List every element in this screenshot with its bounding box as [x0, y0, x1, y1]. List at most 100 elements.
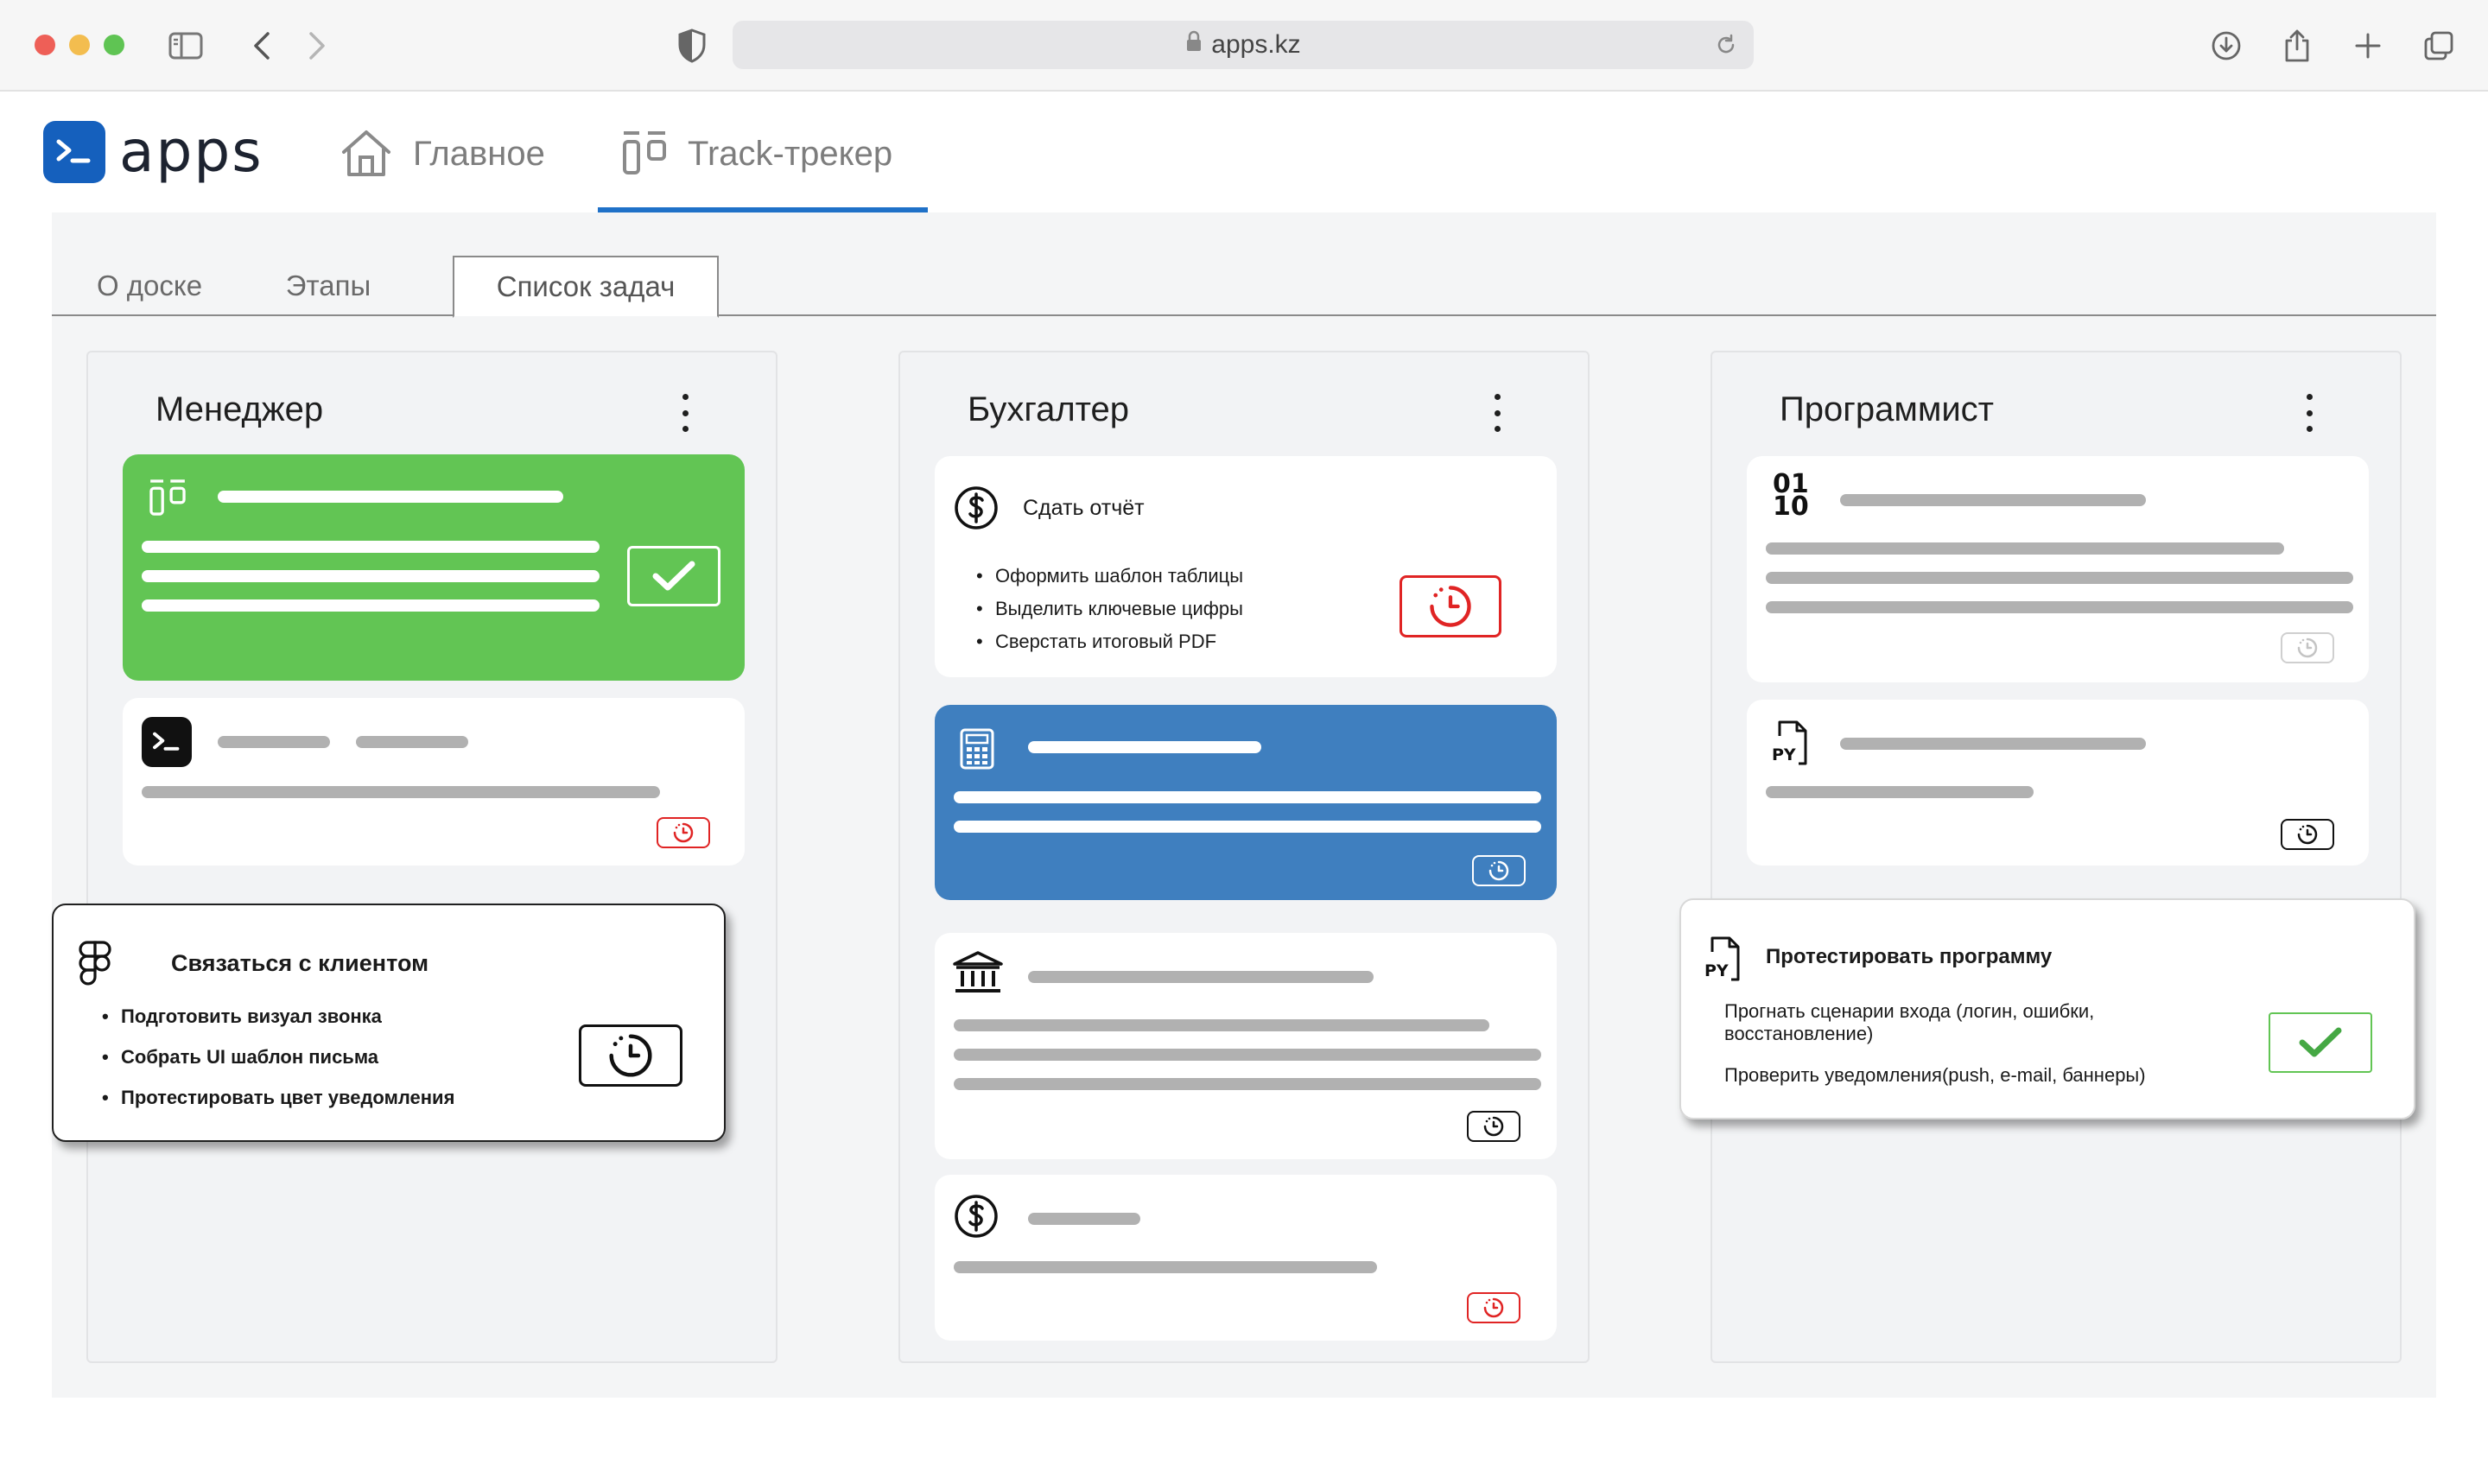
home-icon: [339, 128, 394, 187]
python-file-icon: PY: [1769, 719, 1811, 771]
task-card-report[interactable]: Сдать отчёт Оформить шаблон таблицы Выде…: [935, 456, 1557, 677]
address-bar[interactable]: apps.kz: [733, 21, 1754, 69]
placeholder-line: [142, 786, 660, 798]
popup-step: Проверить уведомления(push, e-mail, банн…: [1724, 1064, 2146, 1086]
placeholder-line: [1840, 494, 2146, 506]
nav-track-tracker-label: Track-трекер: [688, 135, 893, 173]
checklist-item: Сверстать итоговый PDF: [976, 631, 1243, 653]
placeholder-line: [954, 1019, 1489, 1031]
timer-icon[interactable]: [2281, 632, 2334, 663]
nav-home[interactable]: Главное: [339, 123, 545, 212]
timer-icon[interactable]: [1400, 575, 1501, 637]
placeholder-line: [142, 541, 600, 553]
check-icon[interactable]: [2269, 1012, 2372, 1073]
placeholder-line: [954, 1049, 1541, 1061]
app-header: apps Главное Track-трекер: [0, 92, 2488, 212]
column-title: Менеджер: [156, 390, 324, 428]
forward-icon[interactable]: [299, 28, 335, 64]
share-icon[interactable]: [2279, 28, 2315, 64]
task-card-pending[interactable]: [935, 933, 1557, 1159]
task-popup-contact-client[interactable]: Связаться с клиентом Подготовить визуал …: [52, 904, 726, 1142]
task-card-inactive[interactable]: 01 10: [1747, 456, 2369, 682]
board-workspace: О доске Этапы Список задач Менеджер Бухг…: [52, 212, 2436, 1398]
nav-home-label: Главное: [413, 135, 545, 173]
shield-icon[interactable]: [674, 28, 710, 64]
new-tab-icon[interactable]: [2350, 28, 2386, 64]
column-menu-icon[interactable]: [681, 394, 689, 432]
timer-icon[interactable]: [579, 1024, 682, 1087]
checklist-item: Протестировать цвет уведомления: [102, 1087, 454, 1109]
placeholder-line: [142, 599, 600, 612]
binary-icon: 01 10: [1773, 469, 1809, 522]
checklist-item: Оформить шаблон таблицы: [976, 565, 1243, 587]
placeholder-line: [218, 736, 330, 748]
column-manager: Менеджер: [86, 351, 778, 1363]
timer-icon[interactable]: [1467, 1292, 1520, 1323]
svg-text:PY: PY: [1772, 745, 1796, 764]
placeholder-line: [954, 821, 1541, 833]
sidebar-icon[interactable]: [168, 28, 204, 64]
tab-about-board[interactable]: О доске: [76, 256, 223, 316]
column-menu-icon[interactable]: [2305, 394, 2313, 432]
column-accountant: Бухгалтер Сдать отчёт Оформить шаблон та…: [898, 351, 1590, 1363]
placeholder-line: [1840, 738, 2146, 750]
close-window-button[interactable]: [35, 35, 55, 55]
checklist: Подготовить визуал звонка Собрать UI шаб…: [102, 1005, 454, 1109]
task-card-overdue[interactable]: [935, 1175, 1557, 1341]
placeholder-line: [954, 1078, 1541, 1090]
tabs-overview-icon[interactable]: [2421, 28, 2457, 64]
placeholder-line: [1028, 1213, 1140, 1225]
placeholder-line: [1766, 542, 2284, 555]
task-card-pending[interactable]: PY: [1747, 700, 2369, 866]
placeholder-line: [1766, 786, 2034, 798]
checklist-item: Выделить ключевые цифры: [976, 598, 1243, 620]
board-tabs: О доске Этапы Список задач: [52, 256, 2436, 318]
tracker-icon: [620, 128, 669, 187]
browser-toolbar: apps.kz: [0, 0, 2488, 92]
card-title: Сдать отчёт: [1023, 496, 1145, 520]
placeholder-line: [1766, 601, 2353, 613]
column-menu-icon[interactable]: [1493, 394, 1501, 432]
python-file-icon: PY: [1702, 935, 1743, 987]
dollar-icon: [954, 485, 999, 535]
minimize-window-button[interactable]: [69, 35, 90, 55]
nav-track-tracker[interactable]: Track-трекер: [598, 123, 928, 212]
placeholder-line: [954, 1261, 1377, 1273]
checklist: Оформить шаблон таблицы Выделить ключевы…: [976, 565, 1243, 653]
download-icon[interactable]: [2208, 28, 2244, 64]
tab-task-list[interactable]: Список задач: [453, 256, 719, 318]
task-card-done[interactable]: [123, 454, 745, 681]
tracker-icon: [147, 477, 188, 523]
bank-icon: [952, 950, 1004, 1001]
timer-icon[interactable]: [1472, 855, 1526, 886]
placeholder-line: [356, 736, 468, 748]
timer-icon[interactable]: [2281, 819, 2334, 850]
logo-text: apps: [119, 118, 263, 185]
placeholder-line: [1766, 572, 2353, 584]
terminal-icon: [43, 121, 105, 183]
checklist-item: Собрать UI шаблон письма: [102, 1046, 454, 1069]
timer-icon[interactable]: [1467, 1111, 1520, 1142]
calculator-icon: [959, 727, 995, 775]
lock-icon: [1185, 30, 1203, 60]
back-icon[interactable]: [244, 28, 280, 64]
check-icon[interactable]: [627, 546, 720, 606]
app-logo[interactable]: apps: [43, 121, 263, 183]
terminal-icon: [142, 717, 192, 767]
task-card-in-progress[interactable]: [935, 705, 1557, 900]
timer-icon[interactable]: [657, 817, 710, 848]
popup-title: Протестировать программу: [1766, 945, 2053, 968]
task-popup-test-program[interactable]: PY Протестировать программу Прогнать сце…: [1679, 898, 2415, 1119]
url-text: apps.kz: [1211, 30, 1301, 59]
task-card-overdue[interactable]: [123, 698, 745, 866]
placeholder-line: [954, 791, 1541, 803]
placeholder-line: [218, 491, 563, 503]
tab-stages[interactable]: Этапы: [268, 256, 389, 316]
dollar-icon: [954, 1194, 999, 1243]
reload-icon[interactable]: [1714, 33, 1738, 64]
maximize-window-button[interactable]: [104, 35, 124, 55]
popup-title: Связаться с клиентом: [171, 950, 429, 976]
placeholder-line: [1028, 741, 1261, 753]
placeholder-line: [1028, 971, 1374, 983]
column-programmer: Программист 01 10 PY: [1710, 351, 2402, 1363]
